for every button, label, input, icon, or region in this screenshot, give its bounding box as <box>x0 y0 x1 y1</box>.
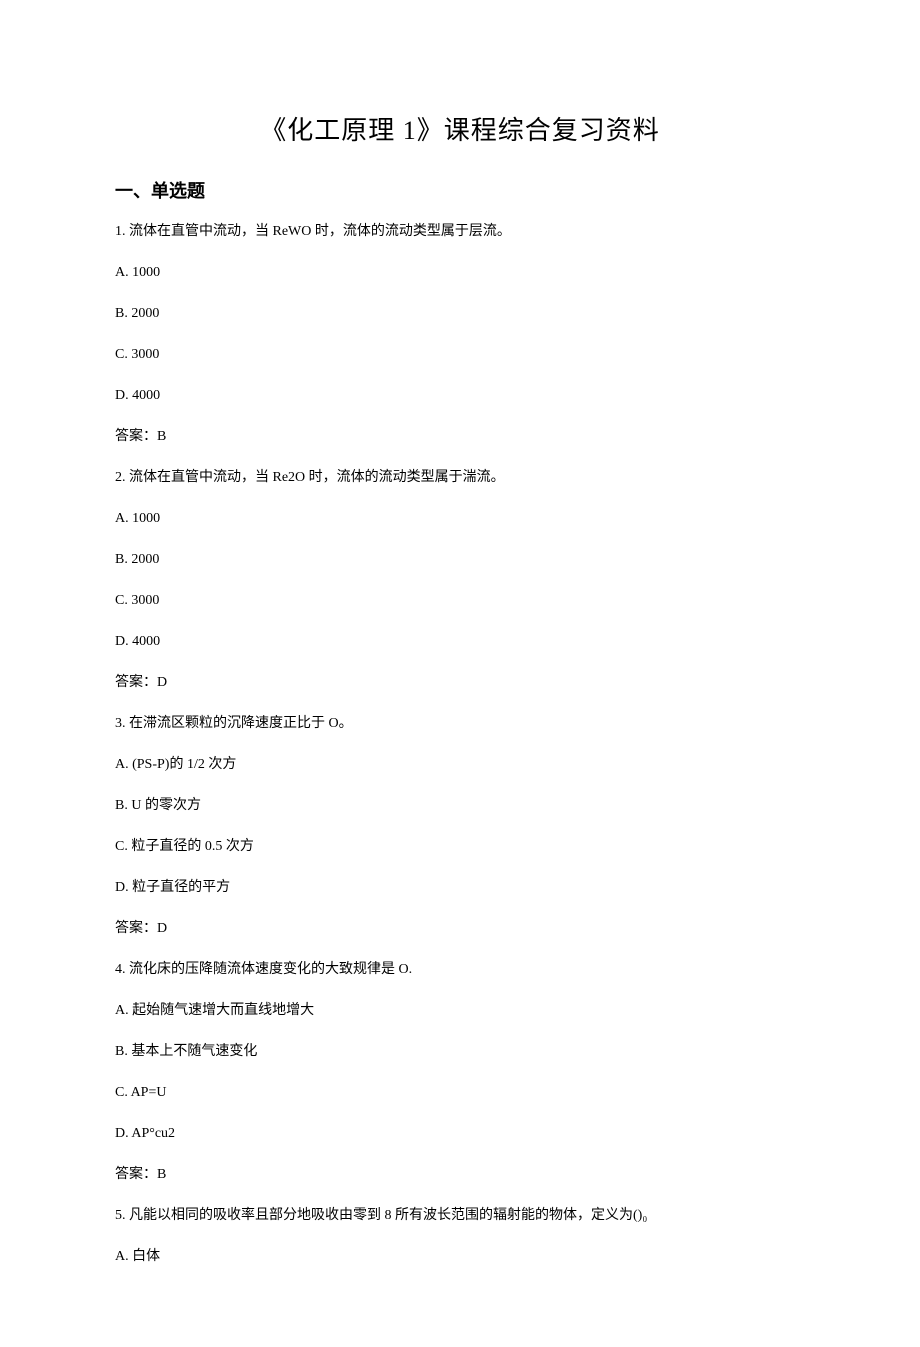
option-b: B. U 的零次方 <box>115 795 805 816</box>
document-title: 《化工原理 1》课程综合复习资料 <box>115 110 805 147</box>
option-a: A. 1000 <box>115 262 805 283</box>
question-stem: 4. 流化床的压降随流体速度变化的大致规律是 O. <box>115 959 805 980</box>
option-d: D. AP°cu2 <box>115 1123 805 1144</box>
option-b: B. 2000 <box>115 303 805 324</box>
question-stem: 1. 流体在直管中流动，当 ReWO 时，流体的流动类型属于层流。 <box>115 221 805 242</box>
question-stem: 5. 凡能以相同的吸收率且部分地吸收由零到 8 所有波长范围的辐射能的物体，定义… <box>115 1205 805 1226</box>
question-stem: 3. 在滞流区颗粒的沉降速度正比于 O。 <box>115 713 805 734</box>
option-b: B. 基本上不随气速变化 <box>115 1041 805 1062</box>
option-c: C. 3000 <box>115 590 805 611</box>
option-d: D. 粒子直径的平方 <box>115 877 805 898</box>
option-c: C. AP=U <box>115 1082 805 1103</box>
option-a: A. (PS-P)的 1/2 次方 <box>115 754 805 775</box>
option-a: A. 起始随气速增大而直线地增大 <box>115 1000 805 1021</box>
answer: 答案：D <box>115 672 805 693</box>
option-d: D. 4000 <box>115 385 805 406</box>
option-c: C. 粒子直径的 0.5 次方 <box>115 836 805 857</box>
option-a: A. 1000 <box>115 508 805 529</box>
question-stem: 2. 流体在直管中流动，当 Re2O 时，流体的流动类型属于湍流。 <box>115 467 805 488</box>
document-page: 《化工原理 1》课程综合复习资料 一、单选题 1. 流体在直管中流动，当 ReW… <box>0 0 920 1347</box>
option-d: D. 4000 <box>115 631 805 652</box>
option-b: B. 2000 <box>115 549 805 570</box>
option-a: A. 白体 <box>115 1246 805 1267</box>
answer: 答案：B <box>115 426 805 447</box>
section-heading: 一、单选题 <box>115 177 805 203</box>
option-c: C. 3000 <box>115 344 805 365</box>
answer: 答案：D <box>115 918 805 939</box>
answer: 答案：B <box>115 1164 805 1185</box>
